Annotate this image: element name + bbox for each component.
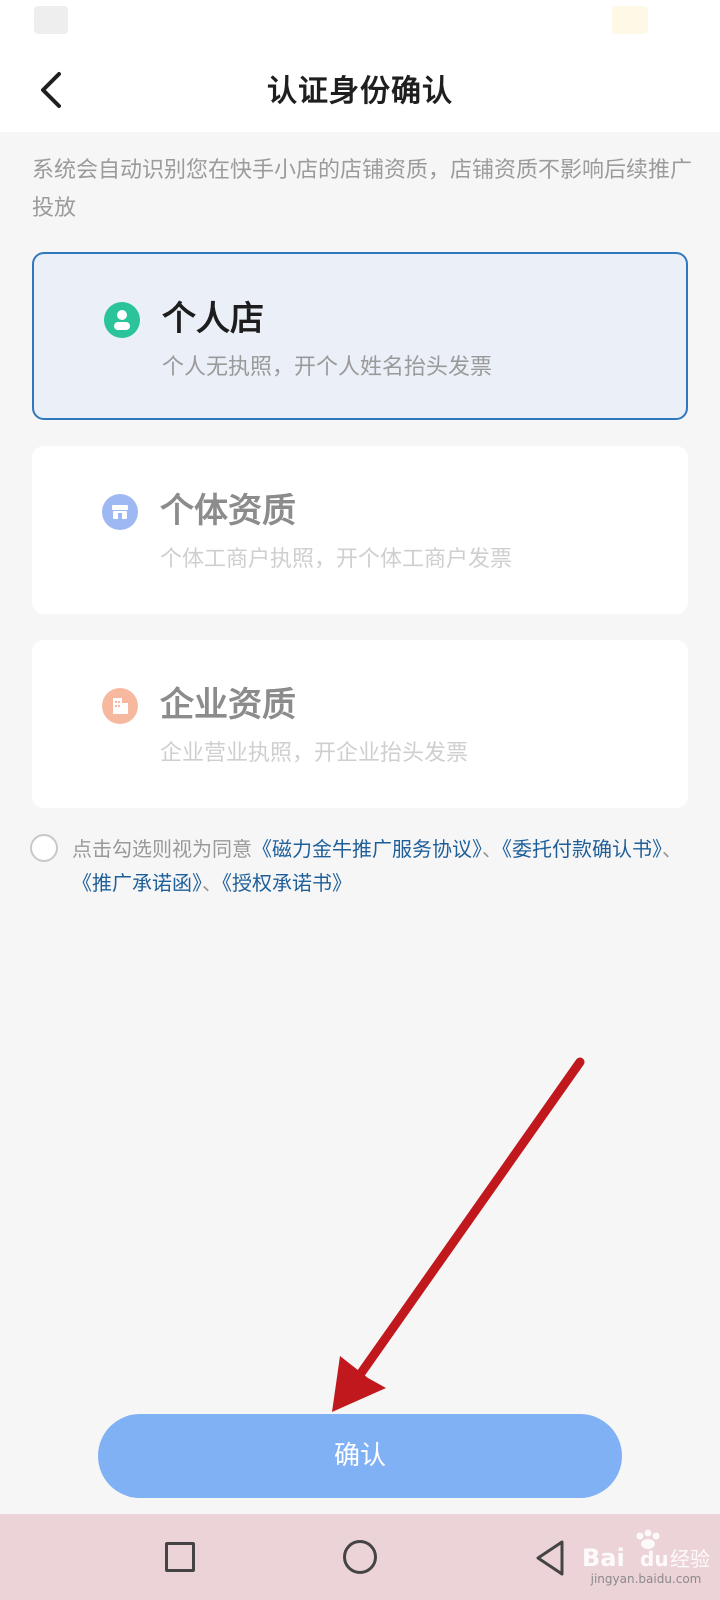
baidu-jingyan-watermark: Bai du 经验 jingyan.baidu.com [578,1528,714,1594]
option-title: 个体资质 [160,491,296,531]
status-icon-left [34,6,68,34]
option-enterprise[interactable]: 企业资质 企业营业执照，开企业抬头发票 [32,640,688,808]
status-bar [0,0,720,46]
agreement-prefix: 点击勾选则视为同意 [72,837,252,861]
person-icon [104,302,140,338]
agreement-checkbox[interactable] [30,834,58,862]
agreement-separator: 、 [482,837,502,861]
link-payment-confirmation[interactable]: 《委托付款确认书》 [502,837,662,861]
option-subtitle: 企业营业执照，开企业抬头发票 [160,741,469,766]
option-personal-shop[interactable]: 个人店 个人无执照，开个人姓名抬头发票 [32,252,688,420]
nav-bar: 认证身份确认 [0,46,720,132]
option-title: 个人店 [162,299,264,339]
link-authorization-commitment[interactable]: 《授权承诺书》 [222,871,352,895]
screen: 认证身份确认 系统会自动识别您在快手小店的店铺资质，店铺资质不影响后续推广投放 … [0,0,720,1600]
option-subtitle: 个人无执照，开个人姓名抬头发票 [162,355,493,380]
agreement-separator: 、 [202,871,222,895]
nav-back-icon[interactable] [530,1538,570,1578]
description-text: 系统会自动识别您在快手小店的店铺资质，店铺资质不影响后续推广投放 [32,158,693,221]
agreement-separator: 、 [662,837,682,861]
back-arrow-icon[interactable] [28,68,72,112]
option-title: 企业资质 [160,685,296,725]
svg-text:Bai: Bai [582,1544,625,1572]
svg-text:经验: 经验 [670,1547,710,1571]
home-icon[interactable] [343,1540,377,1574]
page-title: 认证身份确认 [267,74,453,109]
watermark-url: jingyan.baidu.com [590,1572,702,1586]
link-promotion-commitment[interactable]: 《推广承诺函》 [72,871,202,895]
link-service-agreement[interactable]: 《磁力金牛推广服务协议》 [252,837,482,861]
agreement-text: 点击勾选则视为同意《磁力金牛推广服务协议》、《委托付款确认书》、《推广承诺函》、… [72,832,702,900]
recent-apps-icon[interactable] [165,1542,195,1572]
building-icon [102,688,138,724]
option-subtitle: 个体工商户执照，开个体工商户发票 [160,547,513,572]
svg-text:du: du [640,1547,669,1571]
status-icon-right [612,6,648,34]
option-individual-business[interactable]: 个体资质 个体工商户执照，开个体工商户发票 [32,446,688,614]
confirm-button[interactable]: 确认 [98,1414,622,1498]
baidu-paw-logo: Bai du 经验 [582,1529,710,1572]
shop-icon [102,494,138,530]
